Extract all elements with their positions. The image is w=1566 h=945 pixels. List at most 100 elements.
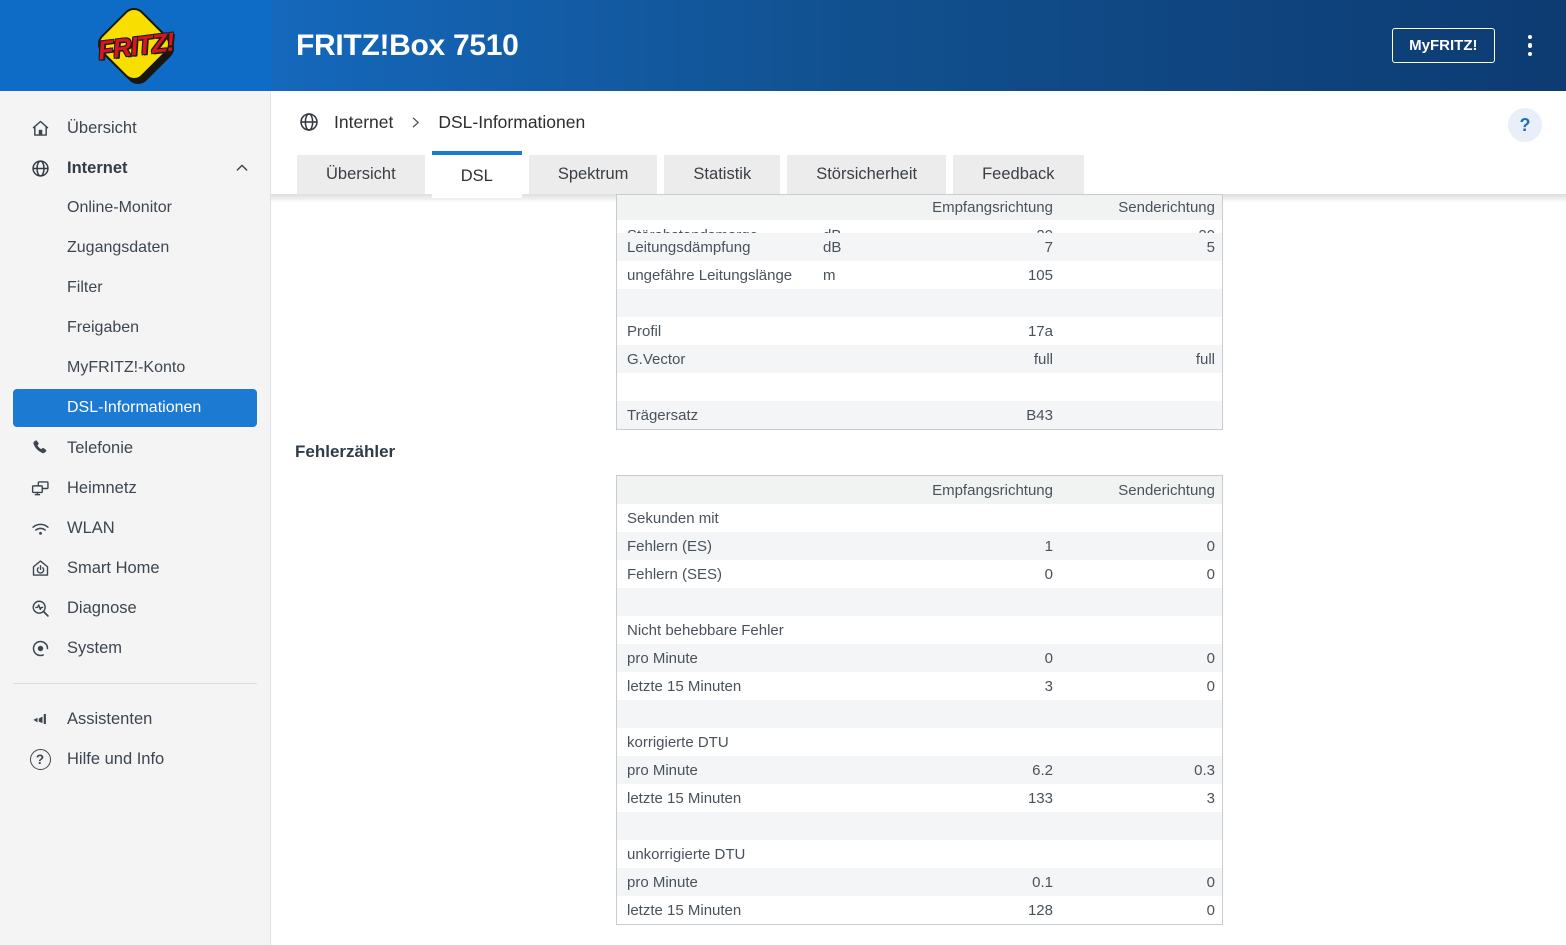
row-label: Nicht behebbare Fehler — [627, 621, 784, 639]
breadcrumb-page[interactable]: DSL-Informationen — [438, 112, 585, 133]
sidebar-item-myfritz-konto[interactable]: MyFRITZ!-Konto — [0, 348, 270, 388]
value-rx: 0.1 — [1032, 873, 1053, 891]
value-rx: 7 — [1044, 238, 1053, 256]
assistant-icon — [29, 708, 51, 730]
row-label: ungefähre Leitungslänge — [627, 266, 793, 284]
value-rx: 0 — [1044, 565, 1053, 583]
sidebar-item-internet[interactable]: Internet — [0, 148, 270, 188]
value-tx: 0.3 — [1194, 761, 1215, 779]
row-label: unkorrigierte DTU — [627, 845, 746, 863]
tab-uebersicht[interactable]: Übersicht — [297, 155, 425, 194]
sidebar-item-label: Filter — [67, 279, 103, 296]
kebab-menu-icon[interactable] — [1522, 31, 1539, 61]
sidebar-item-uebersicht[interactable]: Übersicht — [0, 108, 270, 148]
row-label: Sekunden mit — [627, 509, 719, 527]
sidebar: Übersicht Internet Online-Monitor Zugang… — [0, 91, 271, 945]
value-rx: 105 — [1027, 266, 1053, 284]
table-row: Störabstandsmarge dB 20 20 — [617, 220, 1222, 233]
row-label: Leitungsdämpfung — [627, 238, 751, 256]
tab-feedback[interactable]: Feedback — [953, 155, 1084, 194]
system-icon — [29, 637, 51, 659]
table-row: Sekunden mit — [617, 504, 1222, 532]
section-heading-fehlerzaehler: Fehlerzähler — [295, 442, 396, 461]
value-tx: 0 — [1206, 537, 1215, 555]
tab-statistik[interactable]: Statistik — [664, 155, 781, 194]
value-rx: 0 — [1044, 649, 1053, 667]
home-icon — [29, 117, 51, 139]
sidebar-item-dsl-informationen[interactable]: DSL-Informationen — [13, 389, 257, 427]
smart-home-icon — [29, 557, 51, 579]
brand-logo-area: FRITZ! — [0, 0, 271, 91]
value-rx: 17a — [1027, 322, 1053, 340]
tab-stoersicherheit[interactable]: Störsicherheit — [787, 155, 947, 194]
sidebar-item-assistenten[interactable]: Assistenten — [0, 699, 270, 739]
sidebar-item-freigaben[interactable]: Freigaben — [0, 308, 270, 348]
chevron-right-icon — [409, 116, 422, 129]
app-window: FRITZ! FRITZ!Box 7510 MyFRITZ! Übersicht… — [0, 0, 1566, 945]
row-unit: m — [823, 266, 836, 284]
table-row: letzte 15 Minuten 133 3 — [617, 784, 1222, 812]
tab-dsl[interactable]: DSL — [431, 151, 522, 198]
sidebar-item-online-monitor[interactable]: Online-Monitor — [0, 188, 270, 228]
wifi-icon — [29, 517, 51, 539]
page-title: FRITZ!Box 7510 — [296, 28, 519, 62]
column-header-senderichtung: Senderichtung — [1118, 481, 1215, 499]
table-header-row: Empfangsrichtung Senderichtung — [617, 476, 1222, 504]
tab-spektrum[interactable]: Spektrum — [528, 155, 658, 194]
row-unit: dB — [823, 238, 842, 256]
network-icon — [29, 477, 51, 499]
table-row: Fehlern (SES) 0 0 — [617, 560, 1222, 588]
globe-icon — [29, 157, 51, 179]
sidebar-item-diagnose[interactable]: Diagnose — [0, 588, 270, 628]
sidebar-item-label: Diagnose — [67, 598, 137, 617]
value-tx: 0 — [1206, 649, 1215, 667]
header-actions: MyFRITZ! — [1392, 28, 1538, 63]
fritz-logo[interactable]: FRITZ! — [61, 2, 211, 90]
row-label: korrigierte DTU — [627, 733, 729, 751]
row-unit: dB — [823, 220, 933, 233]
sidebar-item-label: Übersicht — [67, 118, 137, 137]
table-row: unkorrigierte DTU — [617, 840, 1222, 868]
value-rx: 133 — [1027, 789, 1053, 807]
help-circle-icon: ? — [29, 748, 51, 770]
help-button[interactable]: ? — [1508, 108, 1542, 142]
sidebar-item-filter[interactable]: Filter — [0, 268, 270, 308]
row-label: letzte 15 Minuten — [627, 789, 742, 807]
table-row: Fehlern (ES) 1 0 — [617, 532, 1222, 560]
sidebar-item-smart-home[interactable]: Smart Home — [0, 548, 270, 588]
value-tx: 0 — [1206, 901, 1215, 919]
table-row — [617, 588, 1222, 616]
sidebar-item-heimnetz[interactable]: Heimnetz — [0, 468, 270, 508]
sidebar-item-telefonie[interactable]: Telefonie — [0, 428, 270, 468]
table-row — [617, 700, 1222, 728]
sidebar-item-label: Hilfe und Info — [67, 749, 165, 768]
sidebar-divider — [13, 683, 257, 684]
row-label: Profil — [627, 322, 662, 340]
row-label: Störabstandsmarge — [617, 220, 823, 233]
table-header-row: Empfangsrichtung Senderichtung — [617, 195, 1222, 220]
sidebar-item-system[interactable]: System — [0, 628, 270, 668]
table-row — [617, 812, 1222, 840]
value-rx: 20 — [933, 220, 1053, 233]
sidebar-item-zugangsdaten[interactable]: Zugangsdaten — [0, 228, 270, 268]
sidebar-item-hilfe-und-info[interactable]: ? Hilfe und Info — [0, 739, 270, 779]
sidebar-item-label: Smart Home — [67, 558, 160, 577]
value-rx: B43 — [1026, 406, 1053, 424]
value-rx: 1 — [1044, 537, 1053, 555]
myfritz-button[interactable]: MyFRITZ! — [1392, 28, 1495, 63]
row-label: pro Minute — [627, 761, 698, 779]
value-rx: full — [1033, 350, 1053, 368]
breadcrumb: Internet DSL-Informationen — [271, 91, 1566, 133]
table-row: Profil 17a — [617, 317, 1222, 345]
row-label: letzte 15 Minuten — [627, 901, 742, 919]
row-label: G.Vector — [627, 350, 686, 368]
dsl-info-panel: Empfangsrichtung Senderichtung Störabsta… — [271, 194, 1566, 925]
table-row: korrigierte DTU — [617, 728, 1222, 756]
breadcrumb-section[interactable]: Internet — [334, 112, 393, 133]
sidebar-item-label: System — [67, 638, 123, 657]
value-tx: 3 — [1206, 789, 1215, 807]
sidebar-item-wlan[interactable]: WLAN — [0, 508, 270, 548]
table-row: letzte 15 Minuten 3 0 — [617, 672, 1222, 700]
chevron-up-icon[interactable] — [234, 160, 250, 176]
value-tx: full — [1195, 350, 1215, 368]
